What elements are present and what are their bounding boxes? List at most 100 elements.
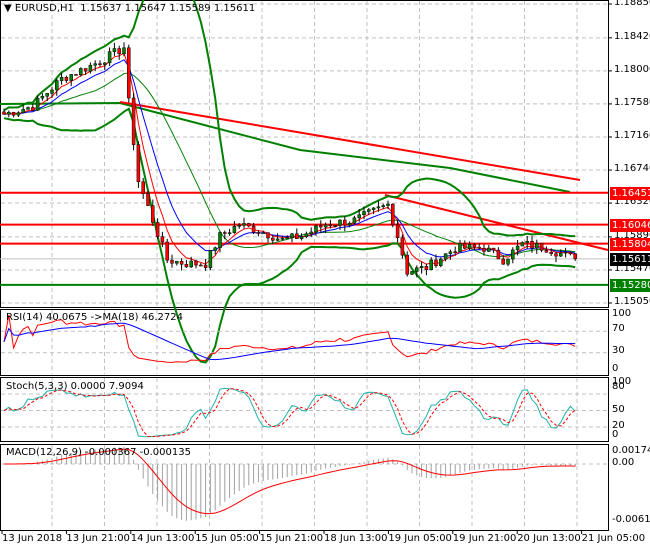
stoch-tick: 80 — [612, 381, 625, 392]
candle-body — [251, 225, 256, 233]
candle-body — [299, 236, 304, 239]
candle-body — [16, 112, 21, 116]
candle-body — [261, 232, 265, 234]
candle-body — [367, 209, 371, 212]
candle-body — [371, 207, 376, 210]
candle-body — [472, 244, 477, 248]
candle-body — [55, 80, 59, 91]
candle-body — [453, 251, 457, 253]
candle-body — [443, 253, 448, 260]
macd-tick: 0.00 — [612, 457, 635, 468]
candle-body — [501, 258, 505, 265]
candle-body — [141, 181, 145, 194]
candle-body — [266, 232, 270, 239]
candle-body — [352, 217, 357, 224]
rsi-tick: 70 — [612, 323, 625, 334]
candle-body — [400, 237, 405, 256]
candle-body — [131, 97, 136, 145]
bollinger-upper — [3, 0, 576, 238]
candle-body — [391, 203, 395, 226]
candle-body — [477, 246, 481, 249]
candle-body — [21, 109, 25, 113]
candle-body — [568, 251, 573, 255]
candle-body — [544, 249, 549, 253]
candle-body — [40, 96, 45, 99]
candle-body — [165, 241, 169, 261]
candle-body — [271, 237, 275, 241]
time-label: 19 Jun 21:00 — [452, 533, 517, 544]
candle-body — [535, 242, 539, 249]
candle-body — [45, 93, 49, 97]
symbol-header: ▼ EURUSD,H1 1.15637 1.15647 1.15589 1.15… — [4, 3, 255, 14]
price-tick: 1.15050 — [614, 295, 650, 307]
candle-body — [314, 225, 318, 233]
current-price-tag: 1.15611 — [610, 252, 650, 266]
candle-body — [237, 224, 241, 227]
candle-body — [93, 63, 97, 66]
candle-body — [357, 214, 361, 219]
time-label: 15 Jun 21:00 — [259, 533, 324, 544]
candle-body — [218, 232, 222, 249]
candle-body — [242, 223, 246, 226]
candle-body — [127, 47, 131, 99]
candle-body — [467, 244, 472, 249]
candle-body — [280, 238, 285, 240]
ema-slow — [3, 59, 576, 258]
candle-body — [69, 74, 73, 81]
candle-body — [530, 241, 534, 249]
level-price-tag: 1.16451 — [610, 186, 650, 200]
candle-body — [549, 252, 553, 254]
macd-signal-line — [3, 448, 576, 515]
candle-body — [151, 205, 155, 223]
symbol-label: EURUSD,H1 — [14, 3, 74, 14]
candle-body — [117, 48, 121, 54]
candle-body — [59, 77, 64, 81]
candle-body — [439, 258, 443, 266]
candle-body — [189, 260, 193, 268]
candle-body — [256, 232, 261, 234]
price-tick: 1.17580 — [614, 96, 650, 108]
candle-body — [175, 260, 179, 264]
candle-body — [343, 219, 347, 226]
candle-body — [112, 48, 117, 52]
price-tick: 1.17160 — [614, 129, 650, 141]
price-tick: 1.18850 — [614, 0, 650, 8]
level-price-tag: 1.15280 — [610, 278, 650, 292]
candle-body — [107, 51, 112, 64]
candle-body — [2, 111, 6, 115]
chart-canvas[interactable] — [0, 0, 650, 550]
time-label: 19 Jun 05:00 — [388, 533, 452, 544]
dropdown-icon[interactable]: ▼ — [4, 3, 15, 14]
candle-body — [232, 226, 237, 233]
trend-line-lower — [384, 194, 609, 251]
time-label: 20 Jun 13:00 — [517, 533, 581, 544]
candle-body — [155, 222, 160, 237]
candle-body — [554, 253, 558, 257]
candle-body — [50, 89, 54, 94]
candle-body — [227, 232, 232, 234]
trading-chart-window[interactable]: ▼ EURUSD,H1 1.15637 1.15647 1.15589 1.15… — [0, 0, 650, 550]
candle-body — [424, 266, 429, 271]
candle-body — [434, 259, 438, 266]
time-label: 13 Jun 2018 — [2, 533, 63, 544]
candle-body — [419, 266, 424, 269]
ohlc-values: 1.15637 1.15647 1.15589 1.15611 — [80, 3, 256, 14]
candle-body — [146, 193, 150, 206]
candle-body — [295, 233, 299, 239]
candle-body — [26, 107, 30, 110]
candle-body — [208, 250, 213, 268]
price-tick: 1.18000 — [614, 63, 650, 75]
candle-body — [463, 243, 467, 249]
candle-body — [415, 267, 419, 272]
candle-body — [170, 259, 174, 264]
candle-body — [563, 251, 568, 254]
candle-body — [184, 264, 189, 268]
candle-body — [347, 222, 352, 226]
price-tick: 1.16740 — [614, 163, 650, 174]
time-label: 15 Jun 05:00 — [195, 533, 259, 544]
stoch-signal-line — [3, 388, 576, 438]
candle-body — [496, 249, 501, 260]
candle-body — [74, 74, 78, 76]
candle-body — [323, 224, 328, 228]
candle-body — [35, 97, 40, 111]
